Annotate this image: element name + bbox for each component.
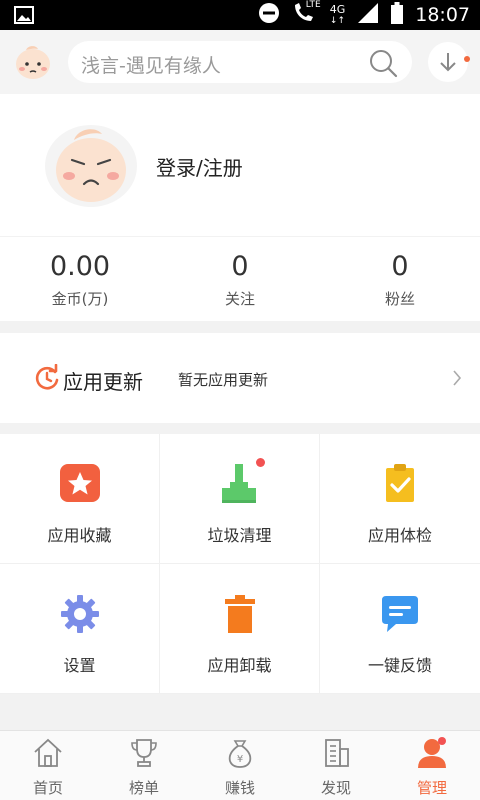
stat-label: 金币(万) [51,290,109,308]
image-icon [14,6,34,28]
download-icon [440,53,456,72]
update-title: 应用更新 [63,370,143,394]
stat-value: 0.00 [49,251,111,282]
grid-item-favorites[interactable]: 应用收藏 [0,434,160,564]
money-bag-icon: ¥ [224,737,256,769]
app-update-row[interactable]: 应用更新 暂无应用更新 [0,333,480,423]
notification-dot [256,458,265,467]
tools-grid: 应用收藏 垃圾清理 应用体检 设置 应用卸载 一键反馈 [0,434,480,694]
stat-label: 粉丝 [384,290,415,308]
stat-coins[interactable]: 0.00 金币(万) [0,237,160,321]
signal-icon [357,2,379,28]
nav-earn[interactable]: ¥ 赚钱 [192,731,288,800]
grid-item-feedback[interactable]: 一键反馈 [320,564,480,694]
stat-value: 0 [231,251,249,282]
nav-label: 首页 [32,779,63,797]
avatar-face-icon[interactable] [44,120,138,208]
grid-item-label: 应用体检 [367,526,432,545]
grid-item-uninstall[interactable]: 应用卸载 [160,564,320,694]
svg-text:¥: ¥ [237,754,243,765]
grid-item-label: 设置 [63,656,96,675]
nav-discover[interactable]: 发现 [288,731,384,800]
stamp-clean-icon [218,462,262,506]
battery-icon [391,2,404,28]
star-icon [58,462,102,506]
download-button[interactable] [428,42,470,82]
grid-item-settings[interactable]: 设置 [0,564,160,694]
profile-section[interactable]: 登录/注册 [0,94,480,236]
app-logo-face-icon[interactable] [14,44,52,80]
grid-item-label: 一键反馈 [367,656,432,675]
search-input[interactable]: 浅言-遇见有缘人 [68,41,412,83]
trash-icon [218,592,262,636]
download-badge-dot [464,56,470,62]
grid-item-label: 垃圾清理 [207,526,272,545]
chat-icon [378,592,422,636]
call-lte-icon: LTE [292,0,321,28]
dnd-icon [258,2,280,28]
nav-manage[interactable]: 管理 [384,731,480,800]
trophy-icon [128,737,160,769]
nav-label: 管理 [416,779,447,797]
update-status: 暂无应用更新 [178,371,269,389]
user-stats: 0.00 金币(万) 0 关注 0 粉丝 [0,237,480,321]
nav-label: 发现 [320,779,351,797]
app-header: 浅言-遇见有缘人 [0,30,480,94]
search-placeholder: 浅言-遇见有缘人 [81,55,221,77]
clipboard-check-icon [378,462,422,506]
status-bar: LTE 4G ↓↑ 18:07 [0,0,480,30]
home-icon [32,737,64,769]
status-time: 18:07 [415,4,470,26]
network-label: 4G [329,2,346,16]
nav-rankings[interactable]: 榜单 [96,731,192,800]
gear-icon [58,592,102,636]
refresh-icon [33,363,61,392]
login-register-link[interactable]: 登录/注册 [156,152,243,181]
grid-item-label: 应用卸载 [207,656,272,675]
nav-label: 赚钱 [224,779,255,797]
nav-home[interactable]: 首页 [0,731,96,800]
stat-label: 关注 [224,290,255,308]
network-type: 4G ↓↑ [329,2,346,26]
building-icon [320,737,352,769]
grid-item-checkup[interactable]: 应用体检 [320,434,480,564]
stat-fans[interactable]: 0 粉丝 [320,237,480,321]
bottom-nav: 首页 榜单 ¥ 赚钱 发现 管理 [0,730,480,800]
grid-item-label: 应用收藏 [47,526,112,545]
notification-dot [438,737,446,745]
stat-value: 0 [391,251,409,282]
chevron-right-icon [452,370,462,386]
lte-label: LTE [305,0,321,10]
search-icon[interactable] [368,48,398,78]
stat-following[interactable]: 0 关注 [160,237,320,321]
nav-label: 榜单 [128,779,159,797]
grid-item-cleanup[interactable]: 垃圾清理 [160,434,320,564]
